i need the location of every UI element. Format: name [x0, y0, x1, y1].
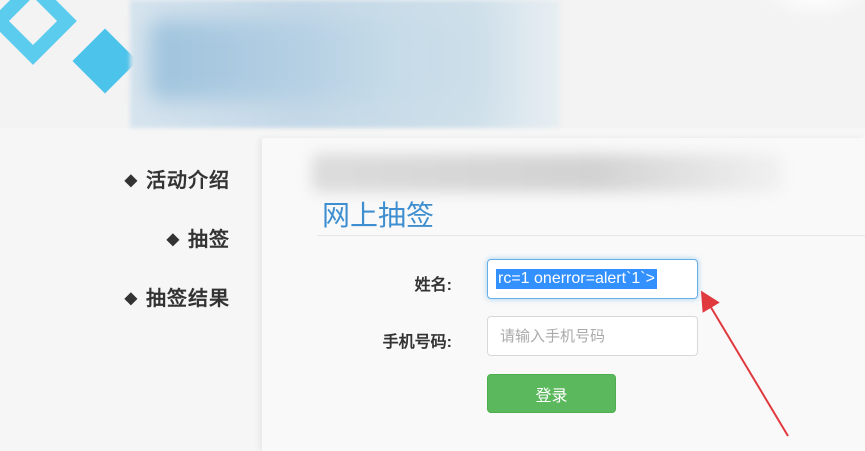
- sidebar-item-label: 活动介绍: [146, 170, 230, 192]
- sidebar-item-draw[interactable]: ◆ 抽签: [167, 223, 230, 252]
- sidebar-item-draw-results[interactable]: ◆ 抽签结果: [125, 282, 230, 311]
- diamond-bullet-icon: ◆: [124, 172, 138, 189]
- blurred-site-banner: [130, 0, 560, 128]
- logo-diamond-outline: [0, 0, 77, 65]
- logo-diamond-solid: [72, 28, 138, 94]
- phone-label: 手机号码:: [382, 334, 452, 351]
- blurred-breadcrumb: [312, 154, 782, 192]
- page-title: 网上抽签: [322, 200, 435, 231]
- header: [0, 0, 865, 128]
- name-label: 姓名:: [414, 277, 452, 294]
- page: ◆ 活动介绍 ◆ 抽签 ◆ 抽签结果 网上抽签 姓名: rc=1 onerror=al…: [0, 0, 865, 451]
- header-glow: [760, 0, 865, 20]
- sidebar-item-label: 抽签: [188, 229, 230, 251]
- diamond-bullet-icon: ◆: [166, 231, 180, 248]
- phone-input[interactable]: [487, 316, 698, 356]
- diamond-bullet-icon: ◆: [124, 290, 138, 307]
- sidebar-nav: ◆ 活动介绍 ◆ 抽签 ◆ 抽签结果: [0, 130, 260, 451]
- content-panel: 网上抽签 姓名: rc=1 onerror=alert`1`> 手机号码: 登录: [262, 138, 865, 451]
- name-input[interactable]: rc=1 onerror=alert`1`>: [487, 259, 698, 299]
- title-divider: [317, 235, 865, 236]
- sidebar-item-activity-intro[interactable]: ◆ 活动介绍: [125, 164, 230, 193]
- sidebar-item-label: 抽签结果: [146, 288, 230, 310]
- name-input-selected-value: rc=1 onerror=alert`1`>: [496, 269, 657, 289]
- login-button[interactable]: 登录: [487, 374, 616, 413]
